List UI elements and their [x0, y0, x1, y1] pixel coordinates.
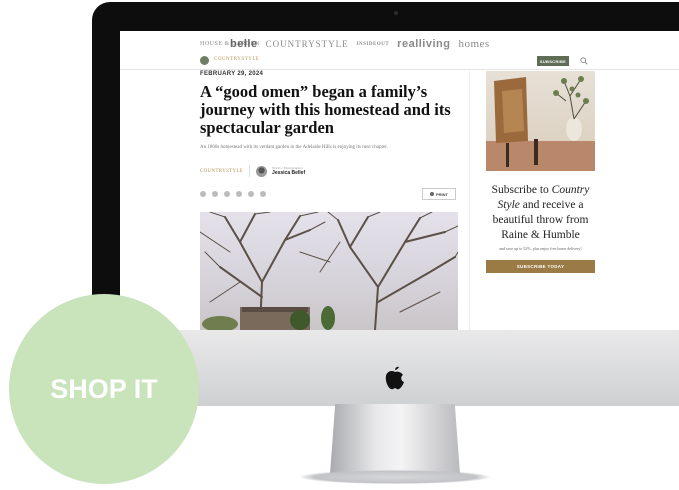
network-brand-bar: HOUSE & GARDEN belle COUNTRYSTYLE INSIDE…	[200, 36, 490, 52]
promo-illustration	[486, 76, 595, 171]
tree-branches-illustration	[200, 212, 458, 330]
brand-inside-out[interactable]: INSIDEOUT	[357, 42, 390, 47]
byline: COUNTRYSTYLE Words / Photographer Jessic…	[200, 165, 305, 177]
promo-subtext: and save up to 52%, plus enjoy free home…	[499, 246, 582, 251]
brand-real-living[interactable]: realliving	[397, 38, 450, 50]
shop-it-label: SHOP IT	[50, 373, 158, 404]
byline-text: Words / Photographer Jessica Bellef	[272, 166, 305, 176]
article-date: FEBRUARY 29, 2024	[200, 71, 264, 77]
site-logo[interactable]: COUNTRYSTYLE	[214, 57, 259, 62]
promo-image-throw	[486, 71, 595, 171]
brand-belle[interactable]: belle	[230, 38, 258, 50]
imac-stand-shadow	[300, 470, 490, 484]
pinterest-icon[interactable]	[224, 191, 230, 197]
byline-author[interactable]: Jessica Bellef	[272, 170, 305, 176]
apple-logo-icon	[385, 366, 404, 390]
printer-icon	[430, 192, 434, 196]
camera-icon	[394, 11, 398, 15]
promo-title-line1: Subscribe to	[491, 184, 549, 196]
brand-house-garden[interactable]: HOUSE & GARDEN	[200, 41, 259, 47]
linkedin-icon[interactable]	[236, 191, 242, 197]
byline-brand: COUNTRYSTYLE	[200, 168, 244, 174]
subscribe-button[interactable]: SUBSCRIBE	[537, 56, 569, 66]
share-bar	[200, 191, 266, 197]
shop-it-badge[interactable]: SHOP IT	[9, 294, 199, 484]
imac-stand	[330, 404, 460, 474]
search-icon[interactable]	[580, 57, 588, 65]
author-avatar	[256, 165, 268, 177]
article-headline: A “good omen” began a family’s journey w…	[200, 82, 451, 137]
hero-image-garden-trees	[200, 212, 458, 330]
article: FEBRUARY 29, 2024 A “good omen” began a …	[200, 71, 458, 330]
menu-icon[interactable]	[200, 56, 209, 65]
article-standfirst: An 1860s homestead with its verdant gard…	[200, 145, 388, 150]
print-label: PRINT	[436, 191, 448, 197]
print-button[interactable]: PRINT	[422, 188, 456, 200]
subscribe-promo: Subscribe to Country Style and receive a…	[486, 71, 595, 273]
email-icon[interactable]	[248, 191, 254, 197]
byline-divider	[249, 165, 251, 177]
brand-country-style[interactable]: COUNTRYSTYLE	[266, 39, 349, 49]
facebook-icon[interactable]	[200, 191, 206, 197]
webpage-screen: HOUSE & GARDEN belle COUNTRYSTYLE INSIDE…	[120, 31, 679, 330]
subscribe-today-button[interactable]: SUBSCRIBE TODAY	[486, 260, 595, 273]
promo-title: Subscribe to Country Style and receive a…	[486, 183, 595, 243]
brand-homes[interactable]: homes	[458, 38, 489, 50]
column-divider	[469, 71, 470, 330]
x-icon[interactable]	[212, 191, 218, 197]
link-icon[interactable]	[260, 191, 266, 197]
site-navbar: COUNTRYSTYLE SUBSCRIBE	[120, 53, 679, 70]
